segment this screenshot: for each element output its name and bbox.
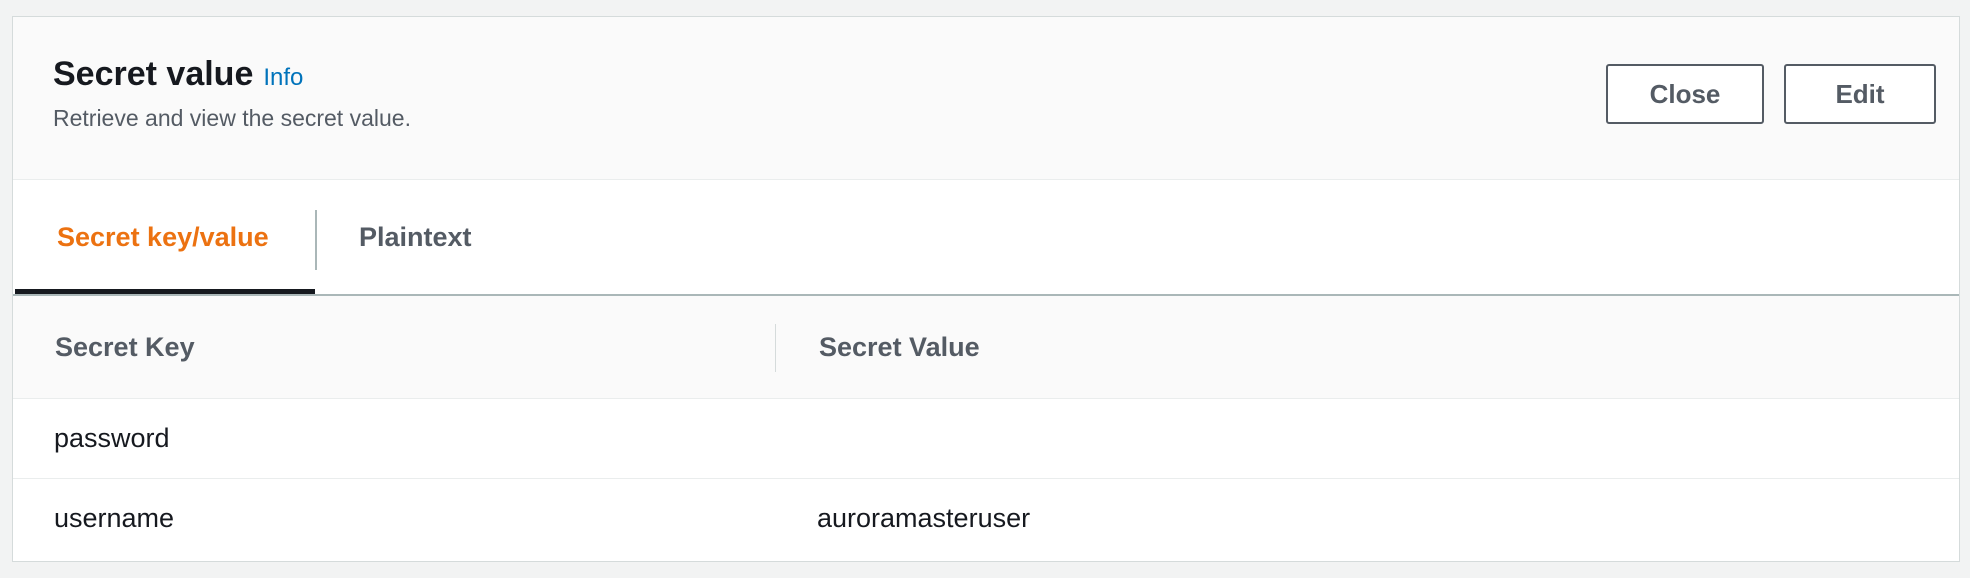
table-row: username auroramasteruser [13,479,1959,558]
secret-key-cell: username [54,503,175,533]
table-row: password [13,399,1959,479]
table-header: Secret Key Secret Value [13,296,1959,399]
secret-table: Secret Key Secret Value password usernam… [13,296,1959,558]
secret-key-cell: password [54,423,170,453]
tab-bar: Secret key/value Plaintext [13,180,1959,296]
tab-secret-key-value[interactable]: Secret key/value [15,180,315,294]
panel-header: Secret value Info Retrieve and view the … [13,17,1959,180]
secret-value-cell: auroramasteruser [817,503,1031,533]
page-subtitle: Retrieve and view the secret value. [53,105,411,131]
title-row: Secret value Info [53,55,303,94]
column-header-secret-value: Secret Value [819,331,980,362]
page-title: Secret value [53,55,254,93]
close-button[interactable]: Close [1606,64,1764,124]
column-divider [775,324,776,372]
edit-button[interactable]: Edit [1784,64,1936,124]
tab-plaintext[interactable]: Plaintext [317,180,472,294]
secret-value-panel: Secret value Info Retrieve and view the … [12,16,1960,562]
info-link[interactable]: Info [263,64,303,92]
column-header-secret-key: Secret Key [55,331,195,362]
